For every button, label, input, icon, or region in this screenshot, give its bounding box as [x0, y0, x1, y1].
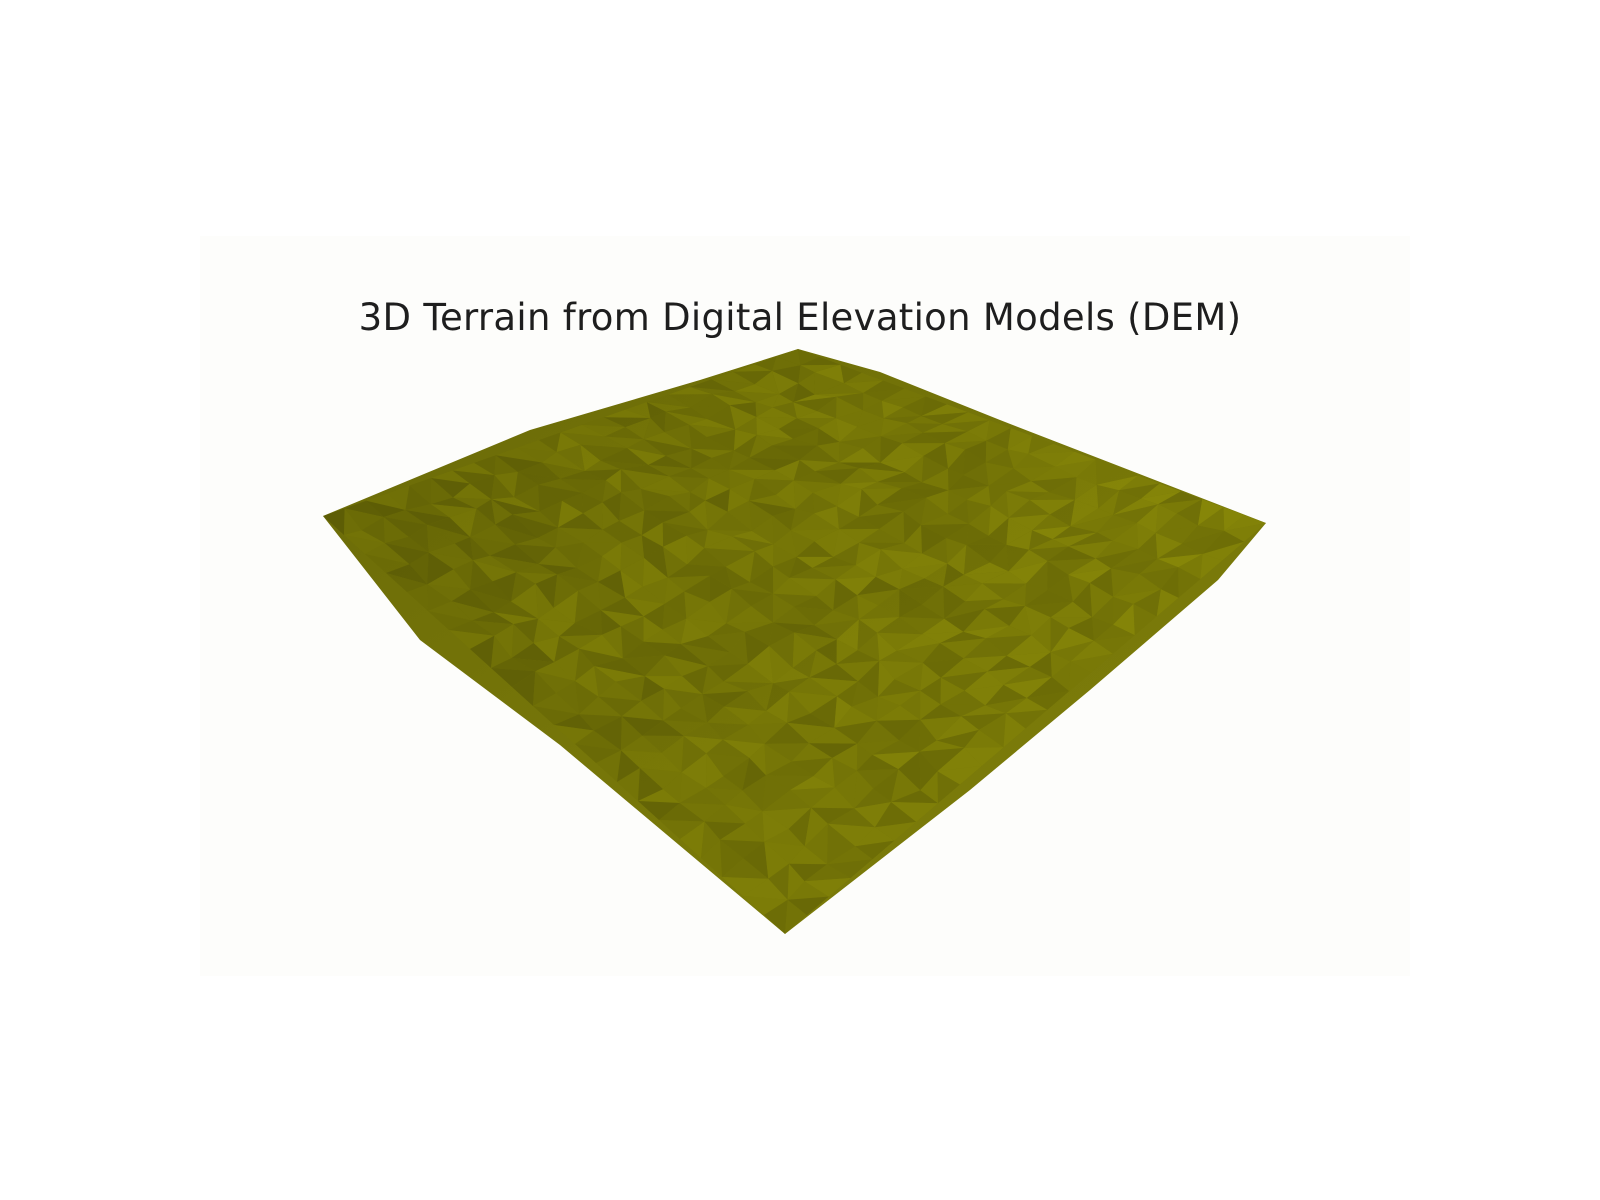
terrain-facets	[323, 349, 1266, 934]
terrain-surface[interactable]	[0, 0, 1600, 1200]
terrain-facet	[323, 508, 345, 535]
viewer-page: 3D Terrain from Digital Elevation Models…	[0, 0, 1600, 1200]
